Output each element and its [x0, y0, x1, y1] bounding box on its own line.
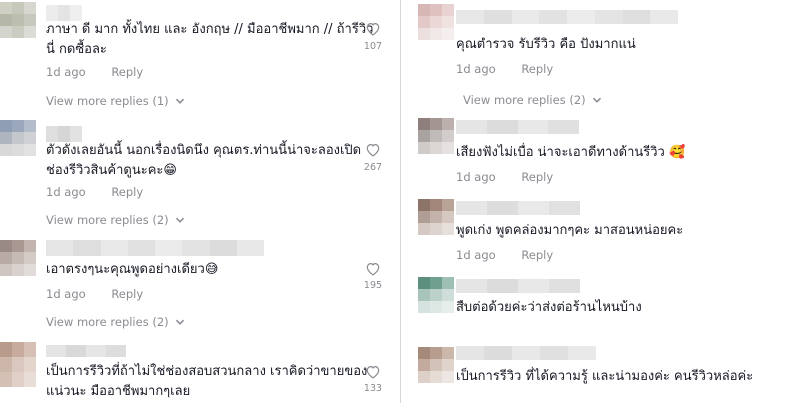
like-count: 133	[363, 383, 383, 394]
view-more-replies[interactable]: View more replies (2)	[46, 213, 185, 227]
avatar[interactable]	[418, 277, 454, 313]
like-count: 267	[363, 162, 383, 173]
chevron-down-icon	[175, 98, 184, 104]
reply-button[interactable]: Reply	[521, 62, 553, 76]
heart-outline-icon	[366, 263, 380, 276]
comment-meta: 1d ago Reply	[46, 65, 143, 79]
heart-outline-icon	[366, 366, 380, 379]
like-button[interactable]: 107	[358, 21, 388, 52]
comment-meta: 1d ago Reply	[46, 185, 143, 199]
view-more-replies[interactable]: View more replies (1)	[46, 94, 185, 108]
view-more-label: View more replies (2)	[463, 93, 586, 107]
view-more-replies[interactable]: View more replies (2)	[46, 315, 185, 329]
comment-time: 1d ago	[46, 287, 86, 301]
like-count: 195	[363, 280, 383, 291]
view-more-label: View more replies (2)	[46, 315, 169, 329]
comment-text: เป็นการรีวิว ที่ได้ความรู้ และน่ามองค่ะ …	[456, 369, 754, 384]
avatar[interactable]	[0, 240, 36, 276]
username-redacted	[456, 279, 580, 293]
comment-time: 1d ago	[46, 65, 86, 79]
username-redacted	[46, 126, 82, 142]
username-redacted	[456, 120, 579, 134]
avatar[interactable]	[418, 347, 454, 383]
username-redacted	[456, 201, 580, 215]
username-redacted	[46, 240, 264, 256]
avatar[interactable]	[0, 342, 36, 387]
avatar[interactable]	[0, 120, 36, 156]
comment-time: 1d ago	[456, 248, 496, 262]
comments-panel-left: ภาษา ดี มาก ทั้งไทย และ อังกฤษ // มืออาช…	[0, 0, 401, 403]
comment-text: พูดเก่ง พูดคล่องมากๆคะ มาสอนหน่อยคะ	[456, 223, 684, 238]
reply-button[interactable]: Reply	[111, 287, 143, 301]
reply-button[interactable]: Reply	[521, 170, 553, 184]
comment-text: เสียงฟังไม่เบื่อ น่าจะเอาดีทางด้านรีวิว …	[456, 145, 686, 160]
view-more-replies[interactable]: View more replies (2)	[463, 93, 602, 107]
comment-text: เอาตรงๆนะคุณพูดอย่างเดียว😅	[46, 262, 219, 277]
chevron-down-icon	[175, 319, 184, 325]
reply-button[interactable]: Reply	[521, 248, 553, 262]
like-button[interactable]: 267	[358, 142, 388, 173]
comment-meta: 1d ago Reply	[456, 170, 553, 184]
username-redacted	[456, 346, 596, 360]
reply-button[interactable]: Reply	[111, 185, 143, 199]
comment-meta: 1d ago Reply	[456, 62, 553, 76]
avatar[interactable]	[0, 2, 36, 38]
comment-text: คุณตำรวจ รับรีวิว คือ ปังมากแน่	[456, 37, 636, 52]
avatar[interactable]	[418, 199, 454, 235]
avatar[interactable]	[418, 4, 454, 40]
view-more-label: View more replies (2)	[46, 213, 169, 227]
like-button[interactable]: 133	[358, 364, 388, 394]
comments-panel-right: คุณตำรวจ รับรีวิว คือ ปังมากแน่ 1d ago R…	[401, 0, 800, 403]
avatar[interactable]	[418, 118, 454, 154]
comment-time: 1d ago	[46, 185, 86, 199]
comment-text: ภาษา ดี มาก ทั้งไทย และ อังกฤษ // มืออาช…	[46, 22, 374, 57]
comment-time: 1d ago	[456, 170, 496, 184]
like-button[interactable]: 195	[358, 261, 388, 291]
comment-text: เป็นการรีวิวที่ถ้าไม่ใช่ช่องสอบสวนกลาง เ…	[46, 364, 368, 399]
username-redacted	[456, 10, 678, 24]
chevron-down-icon	[175, 217, 184, 223]
username-redacted	[46, 345, 126, 357]
comment-text: สืบต่อด้วยค่ะว่าส่งต่อร้านไหนบ้าง	[456, 300, 642, 315]
heart-outline-icon	[366, 23, 380, 36]
comment-meta: 1d ago Reply	[456, 248, 553, 262]
comment-text: ตัวดังเลยอันนี้ นอกเรื่องนิดนึง คุณตร.ท่…	[46, 143, 362, 178]
view-more-label: View more replies (1)	[46, 94, 169, 108]
comment-time: 1d ago	[456, 62, 496, 76]
chevron-down-icon	[592, 97, 601, 103]
heart-outline-icon	[366, 144, 380, 157]
like-count: 107	[363, 41, 383, 52]
reply-button[interactable]: Reply	[111, 65, 143, 79]
comment-meta: 1d ago Reply	[46, 287, 143, 301]
username-redacted	[46, 5, 82, 21]
